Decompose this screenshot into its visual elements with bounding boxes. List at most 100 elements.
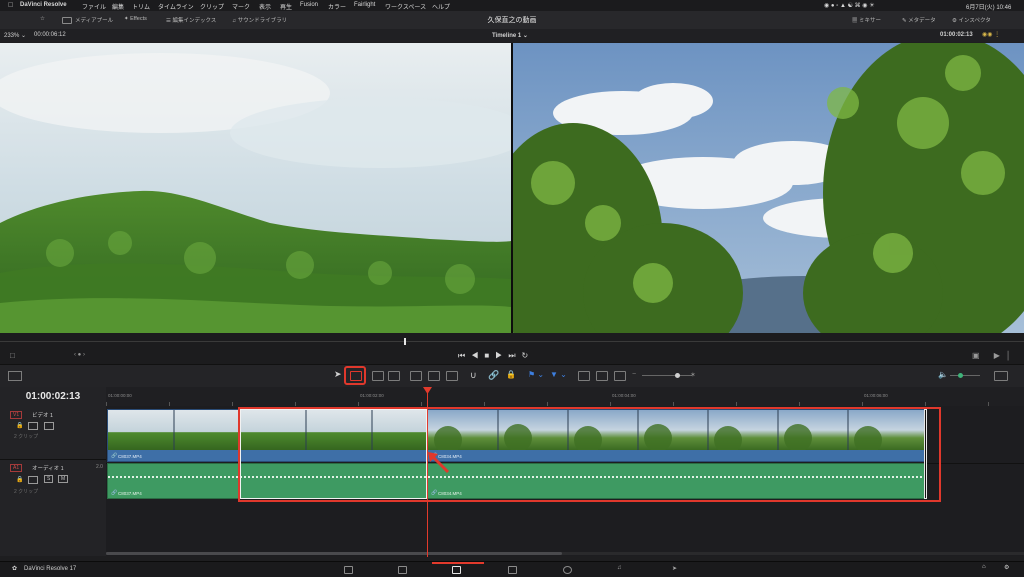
media-page-icon[interactable] (344, 566, 353, 574)
menu-help[interactable]: ヘルプ (432, 2, 450, 11)
volume-slider-handle[interactable] (958, 373, 963, 378)
metadata-button[interactable]: ✎ メタデータ (902, 16, 936, 24)
app-menu[interactable]: DaVinci Resolve (20, 2, 67, 8)
source-viewer[interactable] (0, 43, 511, 333)
edit-page-icon[interactable] (452, 566, 461, 574)
clock[interactable]: 6月7日(火) 10:46 (966, 2, 1011, 11)
color-page-icon[interactable] (563, 566, 572, 574)
track-visibility-icon[interactable] (44, 422, 54, 430)
viewer-right-controls[interactable]: ▣ ▶│ (972, 351, 1017, 360)
audio-auto-track-icon[interactable] (28, 476, 38, 484)
overwrite-clip-icon[interactable] (428, 371, 440, 381)
flag-icon[interactable]: ⚑ ⌄ (528, 370, 544, 379)
zoom-detail-icon[interactable] (596, 371, 608, 381)
skip-end-icon[interactable]: ⏭ (508, 351, 521, 360)
fairlight-page-icon[interactable]: ♫ (617, 565, 622, 571)
timeline-timecode[interactable]: 01:00:02:13 (0, 391, 106, 402)
zoom-value: 233% (4, 33, 20, 39)
mixer-button[interactable]: ▦ ミキサー (852, 16, 881, 24)
scrubber-handle[interactable] (404, 338, 406, 345)
scrollbar-thumb[interactable] (106, 552, 562, 555)
play-reverse-icon[interactable]: ◀ (471, 351, 484, 360)
menu-color[interactable]: カラー (328, 2, 346, 11)
zoom-out-icon[interactable]: − (632, 371, 636, 378)
status-icons: ◉ ● ▫ ▲ ☯ ⌘ ◉ ☀ (824, 3, 875, 9)
apple-icon[interactable]:  (8, 2, 13, 9)
snap-icon[interactable]: ∪ (470, 370, 477, 381)
menu-view[interactable]: 表示 (259, 2, 271, 11)
resolve-logo-icon: ✿ (12, 566, 18, 572)
marker-icon[interactable]: ▼ ⌄ (550, 370, 567, 379)
volume-slider[interactable] (950, 373, 980, 378)
deliver-page-icon[interactable]: ➤ (672, 565, 677, 572)
video-clip-name: C8037.MP4 (118, 454, 142, 459)
viewer-scrubber[interactable] (0, 333, 1024, 349)
video-track-name[interactable]: ビデオ 1 (32, 411, 53, 419)
timeline-selector[interactable]: Timeline 1 ⌄ (492, 32, 528, 39)
video-track-id[interactable]: V1 (10, 411, 23, 419)
audio-track-id[interactable]: A1 (10, 464, 23, 472)
link-icon[interactable]: 🔗 (488, 370, 499, 381)
timeline-scrollbar[interactable] (106, 552, 1024, 555)
transport-bar: □ ‹ ● › ⏮◀■▶⏭↻ ▣ ▶│ (0, 349, 1024, 364)
zoom-in-icon[interactable]: ✶ (690, 371, 696, 379)
source-timecode: 00:00:06:12 (34, 32, 66, 38)
gear-icon[interactable]: ⚙ (1004, 564, 1009, 571)
audio-track-name[interactable]: オーディオ 1 (32, 464, 64, 472)
menu-trim[interactable]: トリム (132, 2, 150, 11)
lock-icon[interactable]: 🔒 (506, 370, 516, 379)
solo-button[interactable]: S (44, 475, 54, 483)
loop-icon[interactable]: ↻ (522, 351, 535, 360)
menu-edit[interactable]: 編集 (112, 2, 124, 11)
audio-meter-icon[interactable] (994, 371, 1008, 381)
menu-fairlight[interactable]: Fairlight (354, 2, 375, 8)
link-icon: 🔗 (111, 490, 118, 496)
audio-lock-icon[interactable]: 🔒 (16, 476, 23, 483)
replace-clip-icon[interactable] (446, 371, 458, 381)
metadata-label: メタデータ (908, 18, 936, 24)
jog-control[interactable]: ‹ ● › (74, 352, 85, 358)
menu-playback[interactable]: 再生 (280, 2, 292, 11)
mute-button[interactable]: M (58, 475, 69, 483)
fusion-page-icon[interactable] (508, 566, 517, 574)
playhead-line[interactable] (427, 387, 428, 557)
skip-start-icon[interactable]: ⏮ (458, 351, 471, 360)
audio-track-clip-count: 2 クリップ (14, 489, 39, 495)
stop-icon[interactable]: ■ (484, 351, 495, 360)
menu-fusion[interactable]: Fusion (300, 2, 318, 8)
insert-clip-icon[interactable] (410, 371, 422, 381)
zoom-slider[interactable] (642, 373, 692, 378)
scrubber-track (0, 341, 1024, 342)
app-toolbar: ☆ メディアプール ✦ Effects ☰ 編集インデックス ♫ サウンドライブ… (0, 11, 1024, 30)
play-icon[interactable]: ▶ (495, 351, 508, 360)
timeline-tracks: 🔗 C8037.MP4 🔗 C8034.MP4 🔗 C8037.MP4 (106, 406, 1024, 556)
zoom-slider-handle[interactable] (675, 373, 680, 378)
viewer-header: 233% ⌄ 00:00:06:12 Timeline 1 ⌄ 01:00:02… (0, 29, 1024, 42)
menu-mark[interactable]: マーク (232, 2, 250, 11)
track-lock-icon[interactable]: 🔒 (16, 422, 23, 429)
trim-tool-highlight[interactable] (344, 366, 366, 385)
zoom-custom-icon[interactable] (614, 371, 626, 381)
blade-icon[interactable] (388, 371, 400, 381)
viewer-mode-icon[interactable]: □ (10, 351, 15, 360)
timeline-ruler[interactable]: 01:00:00:00 01:00:02:00 01:00:04:00 01:0… (106, 387, 1024, 407)
audio-channel-format: 2.0 (96, 464, 103, 470)
menu-timeline[interactable]: タイムライン (158, 2, 194, 11)
pointer-icon[interactable]: ➤ (334, 369, 342, 380)
menu-clip[interactable]: クリップ (200, 2, 224, 11)
viewer-options-icon[interactable]: ◉◉ ⋮ (982, 31, 1000, 38)
timeline-viewer[interactable] (513, 43, 1024, 333)
zoom-full-icon[interactable] (578, 371, 590, 381)
dynamic-trim-icon[interactable] (372, 371, 384, 381)
edit-toolbar: ➤ ∪ 🔗 🔒 ⚑ ⌄ ▼ ⌄ − ✶ 🔈 (0, 364, 1024, 388)
inspector-button[interactable]: ⚙ インスペクタ (952, 16, 991, 24)
menu-file[interactable]: ファイル (82, 2, 106, 11)
cut-page-icon[interactable] (398, 566, 407, 574)
volume-icon[interactable]: 🔈 (938, 370, 948, 379)
home-icon[interactable]: ⌂ (982, 564, 986, 570)
zoom-dropdown[interactable]: 233% ⌄ (4, 32, 26, 39)
auto-track-icon[interactable] (28, 422, 38, 430)
ruler-label: 01:00:06:00 (864, 393, 888, 398)
timeline-view-options-icon[interactable] (8, 371, 22, 381)
menu-workspace[interactable]: ワークスペース (385, 2, 426, 11)
